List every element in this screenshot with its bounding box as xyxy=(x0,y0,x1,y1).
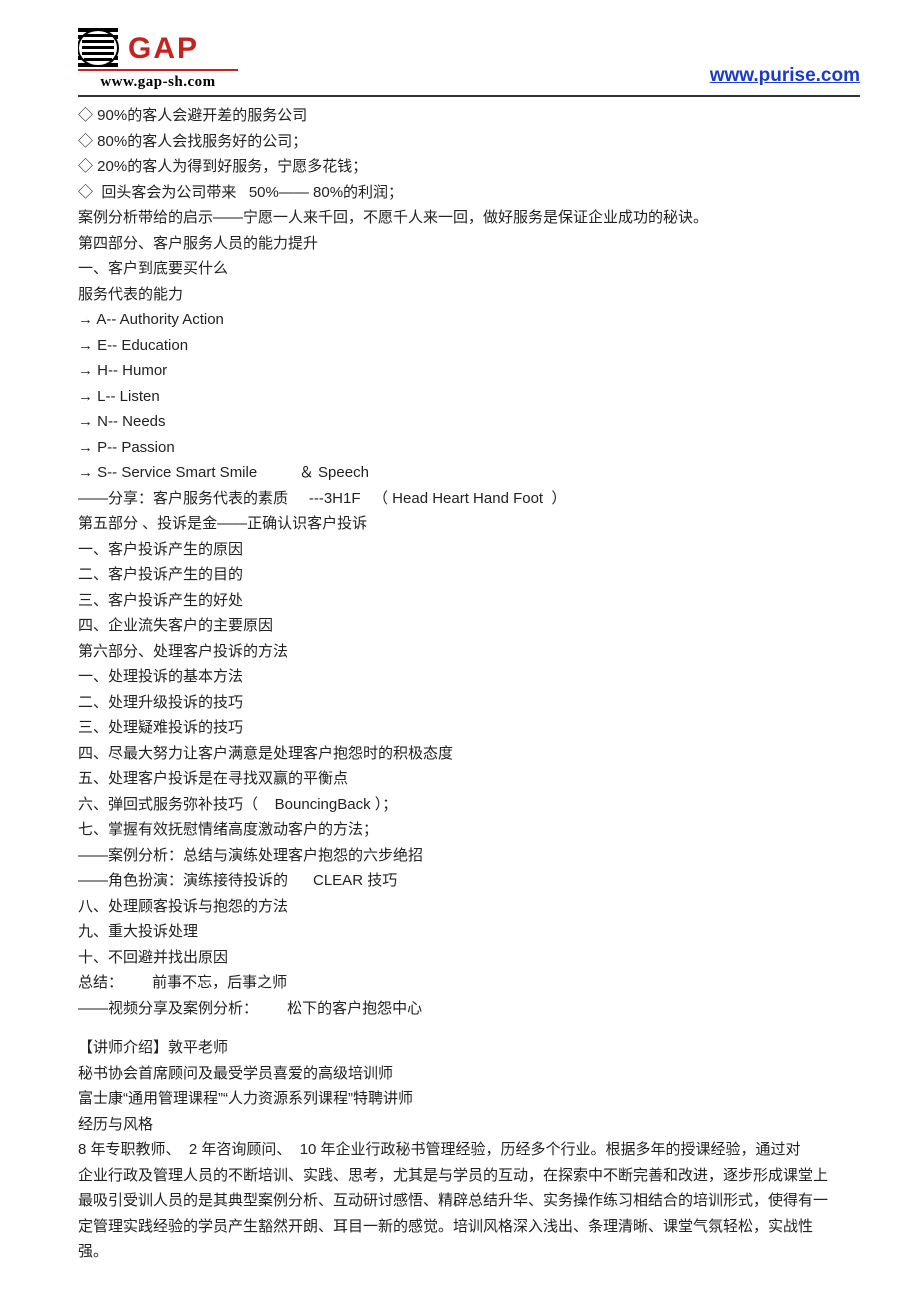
body-line: ◇ 20%的客人为得到好服务，宁愿多花钱； xyxy=(78,154,842,180)
body-line: 案例分析带给的启示——宁愿一人来千回，不愿千人来一回，做好服务是保证企业成功的秘… xyxy=(78,205,842,231)
body-line: 总结： 前事不忘，后事之师 xyxy=(78,970,842,996)
body-line: ――视频分享及案例分析： 松下的客户抱怨中心 xyxy=(78,996,842,1022)
body-line: 九、重大投诉处理 xyxy=(78,919,842,945)
body-line: 二、客户投诉产生的目的 xyxy=(78,562,842,588)
body-line: 三、处理疑难投诉的技巧 xyxy=(78,715,842,741)
body-line: ◇ 80%的客人会找服务好的公司； xyxy=(78,129,842,155)
body-line: 一、处理投诉的基本方法 xyxy=(78,664,842,690)
logo-block: GAP www.gap-sh.com xyxy=(78,28,238,91)
blank-line xyxy=(78,1021,842,1035)
body-line: → H-- Humor xyxy=(78,358,842,384)
body-line: 一、客户到底要买什么 xyxy=(78,256,842,282)
logo-text: GAP xyxy=(128,32,199,65)
gap-logo-icon: GAP xyxy=(78,28,238,72)
body-line: 【讲师介绍】敦平老师 xyxy=(78,1035,842,1061)
body-line: 十、不回避并找出原因 xyxy=(78,945,842,971)
body-line: → N-- Needs xyxy=(78,409,842,435)
body-line: 七、掌握有效抚慰情绪高度激动客户的方法； xyxy=(78,817,842,843)
body-line: 四、尽最大努力让客户满意是处理客户抱怨时的积极态度 xyxy=(78,741,842,767)
page-header: GAP www.gap-sh.com www.purise.com xyxy=(0,0,920,95)
body-line: 8 年专职教师、 2 年咨询顾问、 10 年企业行政秘书管理经验，历经多个行业。… xyxy=(78,1137,842,1163)
logo-url: www.gap-sh.com xyxy=(100,74,215,91)
body-line: 五、处理客户投诉是在寻找双赢的平衡点 xyxy=(78,766,842,792)
body-line: 六、弹回式服务弥补技巧（ BouncingBack ）； xyxy=(78,792,842,818)
body-line: 一、客户投诉产生的原因 xyxy=(78,537,842,563)
body-line: → A-- Authority Action xyxy=(78,307,842,333)
body-line: 二、处理升级投诉的技巧 xyxy=(78,690,842,716)
body-line: ◇ 回头客会为公司带来 50%—— 80%的利润； xyxy=(78,180,842,206)
body-line: ◇ 90%的客人会避开差的服务公司 xyxy=(78,103,842,129)
body-line: 三、客户投诉产生的好处 xyxy=(78,588,842,614)
body-line: → P-- Passion xyxy=(78,435,842,461)
body-line: 企业行政及管理人员的不断培训、实践、思考，尤其是与学员的互动，在探索中不断完善和… xyxy=(78,1163,842,1265)
body-line: → S-- Service Smart Smile ＆ Speech xyxy=(78,460,842,486)
body-line: ――案例分析：总结与演练处理客户抱怨的六步绝招 xyxy=(78,843,842,869)
body-line: 秘书协会首席顾问及最受学员喜爱的高级培训师 xyxy=(78,1061,842,1087)
body-line: 第四部分、客户服务人员的能力提升 xyxy=(78,231,842,257)
body-line: 经历与风格 xyxy=(78,1112,842,1138)
body-line: 服务代表的能力 xyxy=(78,282,842,308)
document-body: ◇ 90%的客人会避开差的服务公司◇ 80%的客人会找服务好的公司；◇ 20%的… xyxy=(0,97,920,1265)
body-line: ――角色扮演：演练接待投诉的 CLEAR 技巧 xyxy=(78,868,842,894)
body-line: 八、处理顾客投诉与抱怨的方法 xyxy=(78,894,842,920)
body-line: → L-- Listen xyxy=(78,384,842,410)
body-line: 富士康“通用管理课程”“人力资源系列课程”特聘讲师 xyxy=(78,1086,842,1112)
body-line: → E-- Education xyxy=(78,333,842,359)
document-page: GAP www.gap-sh.com www.purise.com ◇ 90%的… xyxy=(0,0,920,1301)
top-right-link[interactable]: www.purise.com xyxy=(710,65,860,87)
body-line: 四、企业流失客户的主要原因 xyxy=(78,613,842,639)
body-line: ――分享：客户服务代表的素质 ---3H1F （ Head Heart Hand… xyxy=(78,486,842,512)
body-line: 第六部分、处理客户投诉的方法 xyxy=(78,639,842,665)
body-line: 第五部分 、投诉是金——正确认识客户投诉 xyxy=(78,511,842,537)
